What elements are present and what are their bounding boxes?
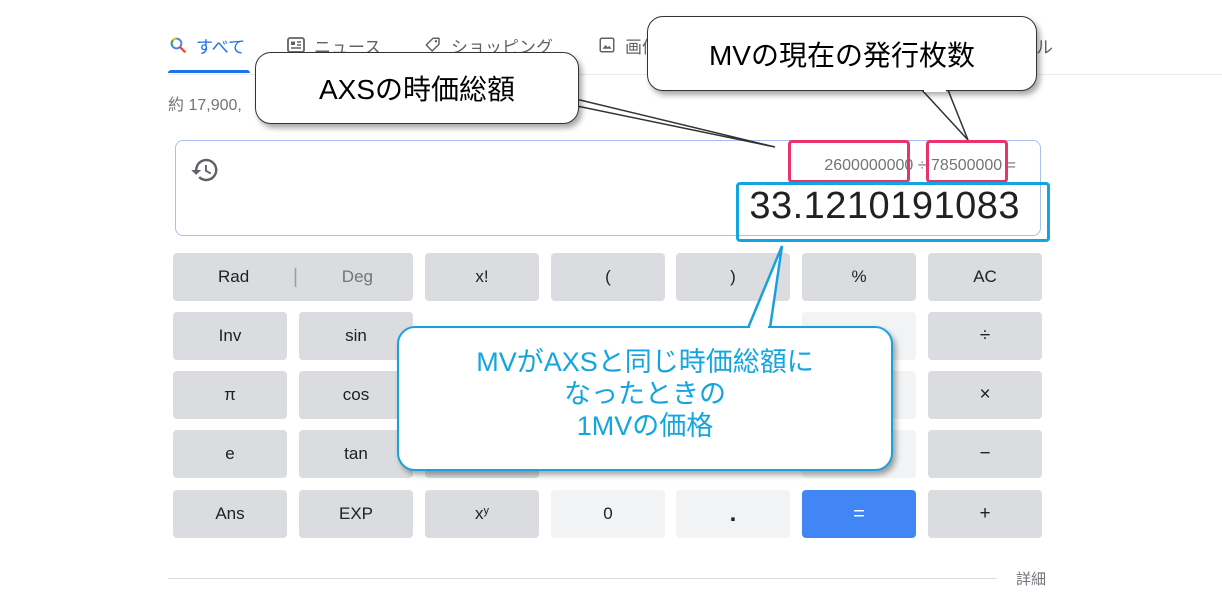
callout-tail-join <box>550 88 946 330</box>
